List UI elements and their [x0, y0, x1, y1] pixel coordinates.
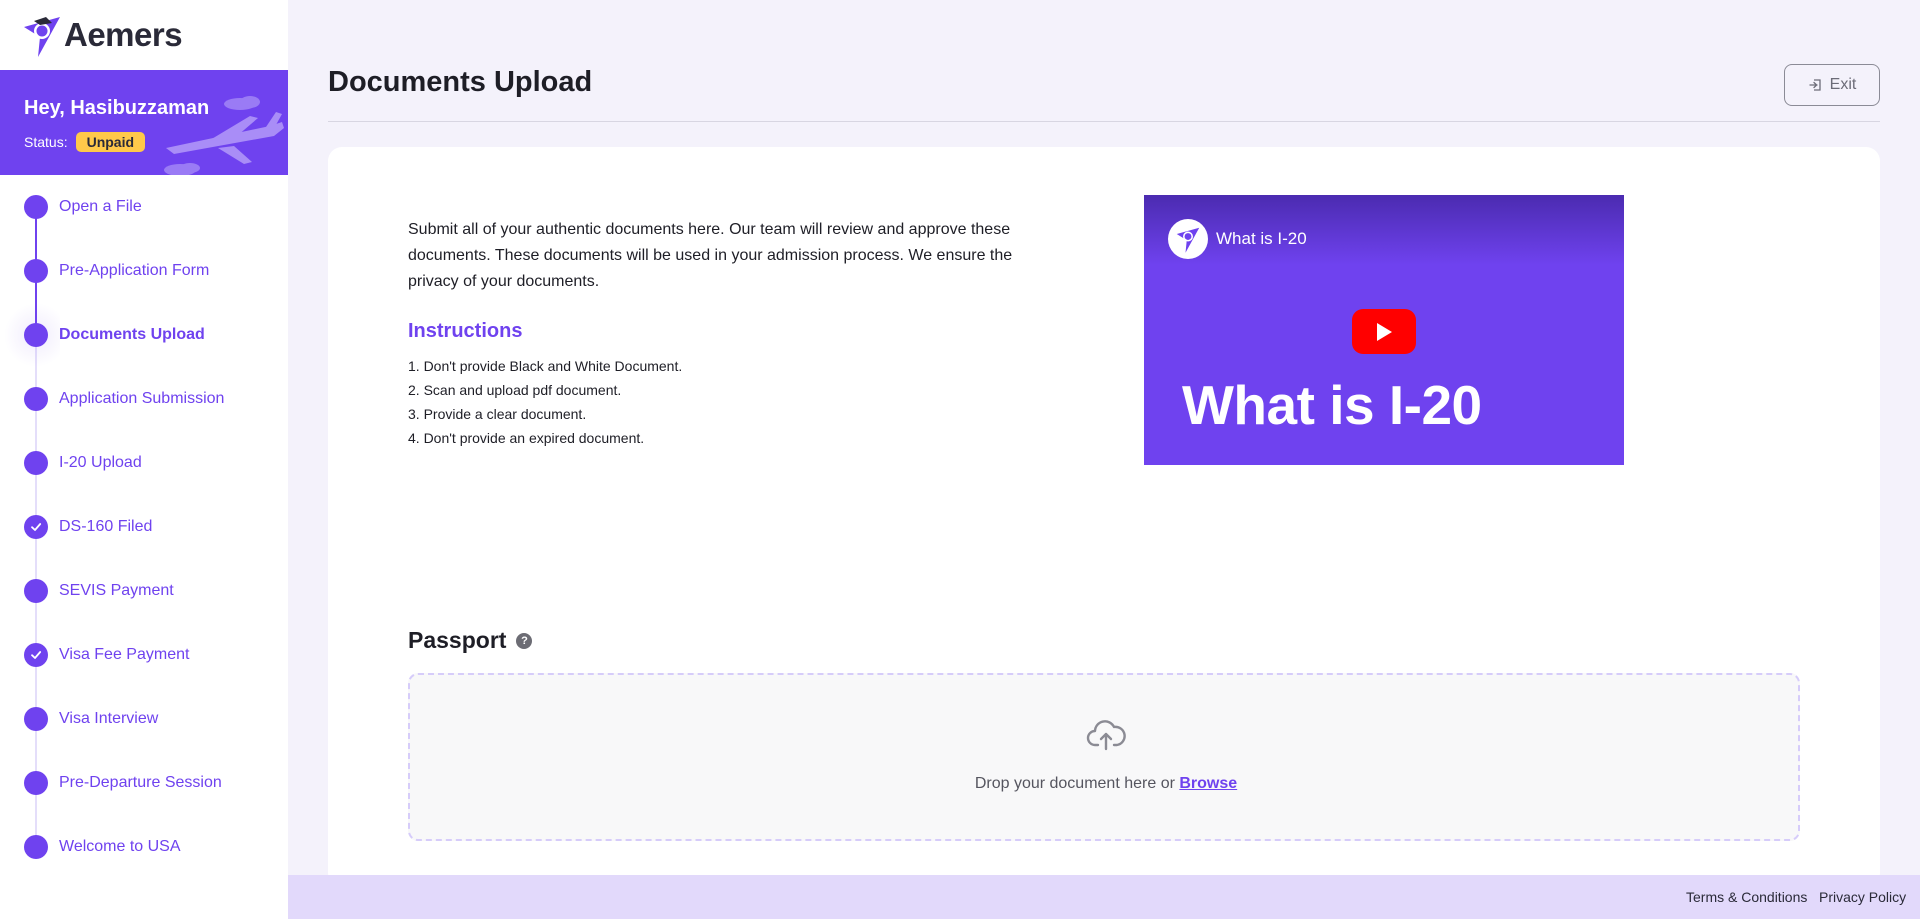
check-icon: [24, 643, 48, 667]
step-dot-icon: [24, 451, 48, 475]
step-pre-departure-session[interactable]: Pre-Departure Session: [24, 769, 222, 797]
step-sevis-payment[interactable]: SEVIS Payment: [24, 577, 174, 605]
step-dot-icon: [24, 323, 48, 347]
step-dot-icon: [24, 259, 48, 283]
step-visa-interview[interactable]: Visa Interview: [24, 705, 158, 733]
list-item: 4. Don't provide an expired document.: [408, 430, 645, 446]
status-badge: Unpaid: [75, 132, 146, 152]
step-pre-application-form[interactable]: Pre-Application Form: [24, 257, 209, 285]
page-title: Documents Upload: [328, 66, 593, 98]
status-row: Status: Unpaid: [24, 132, 146, 152]
step-label: SEVIS Payment: [59, 582, 174, 599]
step-label: Pre-Application Form: [59, 262, 210, 279]
step-label: Visa Fee Payment: [59, 646, 190, 663]
drop-text: Drop your document here or: [974, 775, 1175, 792]
play-icon: [1377, 322, 1392, 341]
help-icon[interactable]: ?: [516, 632, 533, 649]
terms-link[interactable]: Terms & Conditions: [1686, 889, 1807, 905]
passport-section-title: Passport ?: [408, 627, 533, 654]
user-card: Hey, Hasibuzzaman Status: Unpaid: [0, 70, 288, 175]
step-application-submission[interactable]: Application Submission: [24, 385, 224, 413]
documents-card: Submit all of your authentic documents h…: [328, 147, 1880, 887]
step-label: Welcome to USA: [59, 838, 181, 855]
drop-instructions: Drop your document here or Browse: [410, 775, 1802, 793]
user-greeting: Hey, Hasibuzzaman: [24, 97, 210, 119]
step-label: Documents Upload: [59, 326, 205, 343]
step-visa-fee-payment[interactable]: Visa Fee Payment: [24, 641, 189, 669]
step-dot-icon: [24, 195, 48, 219]
exit-label: Exit: [1829, 76, 1857, 93]
aemers-logo-icon: [24, 17, 60, 57]
step-dot-icon: [24, 835, 48, 859]
logo[interactable]: Aemers: [22, 10, 183, 60]
step-label: Application Submission: [59, 390, 225, 407]
instructions-list: 1. Don't provide Black and White Documen…: [408, 354, 682, 450]
check-icon: [24, 515, 48, 539]
footer: Terms & Conditions Privacy Policy: [288, 875, 1920, 919]
play-button[interactable]: [1352, 309, 1416, 354]
sidebar: Aemers Hey, Hasibuzzaman Status: Unpaid …: [0, 0, 288, 919]
step-label: I-20 Upload: [59, 454, 142, 471]
step-label: Visa Interview: [59, 710, 159, 727]
step-welcome-to-usa[interactable]: Welcome to USA: [24, 833, 181, 861]
video-thumbnail-text: What is I-20: [1182, 374, 1482, 436]
passport-title: Passport: [408, 627, 507, 653]
privacy-link[interactable]: Privacy Policy: [1819, 889, 1906, 905]
step-open-a-file[interactable]: Open a File: [24, 193, 142, 221]
step-ds-160-filed[interactable]: DS-160 Filed: [24, 513, 152, 541]
list-item: 2. Scan and upload pdf document.: [408, 382, 622, 398]
brand-name: Aemers: [64, 16, 183, 53]
intro-text: Submit all of your authentic documents h…: [408, 221, 1013, 290]
step-label: DS-160 Filed: [59, 518, 153, 535]
browse-link[interactable]: Browse: [1179, 775, 1237, 792]
step-label: Pre-Departure Session: [59, 774, 222, 791]
list-item: 3. Provide a clear document.: [408, 406, 587, 422]
aemers-logo-icon: [1176, 227, 1200, 253]
exit-icon: [1809, 79, 1821, 91]
list-item: 1. Don't provide Black and White Documen…: [408, 358, 683, 374]
video-player[interactable]: What is I-20 What is I-20: [1144, 195, 1624, 465]
status-label: Status:: [24, 134, 68, 150]
channel-avatar[interactable]: [1168, 219, 1208, 259]
step-label: Open a File: [59, 198, 142, 215]
step-dot-icon: [24, 707, 48, 731]
exit-button[interactable]: Exit: [1784, 64, 1880, 106]
passport-dropzone[interactable]: Drop your document here or Browse: [408, 673, 1800, 841]
step-dot-icon: [24, 579, 48, 603]
step-dot-icon: [24, 387, 48, 411]
step-dot-icon: [24, 771, 48, 795]
title-divider: [328, 121, 1880, 122]
cloud-upload-icon: [1086, 720, 1126, 751]
step-documents-upload[interactable]: Documents Upload: [24, 321, 205, 349]
video-title[interactable]: What is I-20: [1216, 229, 1307, 249]
instructions-title: Instructions: [408, 320, 523, 342]
step-i-20-upload[interactable]: I-20 Upload: [24, 449, 142, 477]
